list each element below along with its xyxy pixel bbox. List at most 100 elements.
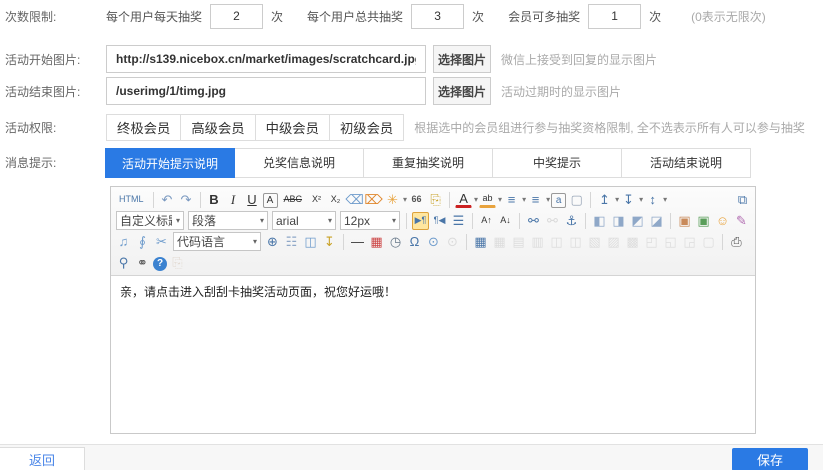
- line-height-icon[interactable]: ↕: [644, 191, 661, 209]
- code-language-select[interactable]: 代码语言▾: [173, 232, 261, 251]
- image-manager-icon[interactable]: ▣: [695, 212, 712, 230]
- anchor-icon[interactable]: ⚓: [563, 212, 580, 230]
- custom-title-select[interactable]: 自定义标题▾: [116, 211, 184, 230]
- unordered-list-icon[interactable]: ≡: [527, 191, 544, 209]
- chevron-down-icon[interactable]: ▾: [328, 216, 332, 225]
- rtl-paragraph-icon[interactable]: ¶◀: [431, 212, 448, 230]
- blockquote-icon[interactable]: 66: [408, 191, 425, 209]
- member-group-button-3[interactable]: 初级会员: [329, 114, 404, 141]
- italic-icon[interactable]: I: [225, 191, 242, 209]
- bold-icon[interactable]: B: [206, 191, 223, 209]
- special-characters-icon[interactable]: Ω: [406, 233, 423, 251]
- chevron-down-icon[interactable]: ▾: [253, 237, 257, 246]
- increase-font-size-icon[interactable]: A↑: [478, 212, 495, 230]
- member-group-button-2[interactable]: 中级会员: [255, 114, 330, 141]
- background-color-icon[interactable]: ab: [479, 192, 496, 208]
- eraser-icon[interactable]: ⌫: [346, 191, 363, 209]
- background-color-group: ab▾: [478, 192, 502, 208]
- undo-icon[interactable]: ↶: [159, 191, 176, 209]
- image-center-icon[interactable]: ◩: [629, 212, 646, 230]
- message-tab-3[interactable]: 中奖提示: [492, 148, 622, 178]
- help-icon[interactable]: ?: [153, 257, 167, 271]
- chevron-down-icon[interactable]: ▾: [546, 195, 550, 204]
- anchor-a-icon[interactable]: a: [551, 193, 566, 208]
- message-tab-1[interactable]: 兑奖信息说明: [234, 148, 364, 178]
- format-brush-icon[interactable]: ⌦: [365, 191, 382, 209]
- member-group-button-0[interactable]: 终极会员: [106, 114, 181, 141]
- save-button[interactable]: 保存: [732, 448, 808, 470]
- music-icon[interactable]: ♫: [115, 233, 132, 251]
- back-button[interactable]: 返回: [0, 447, 85, 470]
- end-image-hint: 活动过期时的显示图片: [501, 83, 621, 100]
- horizontal-rule-icon[interactable]: —: [349, 233, 366, 251]
- editor-content[interactable]: 亲，请点击进入刮刮卡抽奖活动页面，祝您好运哦！: [111, 276, 755, 432]
- limits-label: 次数限制:: [0, 8, 106, 25]
- total-draw-input[interactable]: [411, 4, 464, 29]
- find-replace-icon[interactable]: ⚭: [134, 254, 151, 272]
- toolbar-separator: [519, 213, 520, 229]
- screenshot-icon[interactable]: ✂: [153, 233, 170, 251]
- paragraph-spacing-top-icon[interactable]: ↥: [596, 191, 613, 209]
- link-icon[interactable]: ⚯: [525, 212, 542, 230]
- preview-icon[interactable]: ⚲: [115, 254, 132, 272]
- indent-icon[interactable]: ☰: [450, 212, 467, 230]
- emotion-icon[interactable]: ☺: [714, 212, 731, 230]
- image-float-left-icon[interactable]: ◧: [591, 212, 608, 230]
- chevron-down-icon[interactable]: ▾: [663, 195, 667, 204]
- scrawl-icon[interactable]: ✎: [733, 212, 750, 230]
- font-size-select[interactable]: 12px▾: [340, 211, 400, 230]
- start-image-pick-button[interactable]: 选择图片: [433, 45, 491, 73]
- paragraph-select[interactable]: 段落▾: [188, 211, 268, 230]
- baidu-map-icon[interactable]: ⊙: [425, 233, 442, 251]
- toolbar-separator: [670, 213, 671, 229]
- paragraph-spacing-bottom-icon[interactable]: ↧: [620, 191, 637, 209]
- fullscreen-icon[interactable]: ⧉: [734, 191, 751, 209]
- decrease-font-size-icon[interactable]: A↓: [497, 212, 514, 230]
- paste-plain-text-icon[interactable]: ⎘: [427, 191, 444, 209]
- strikethrough-icon[interactable]: ABC: [280, 191, 307, 209]
- message-tab-strip: 活动开始提示说明兑奖信息说明重复抽奖说明中奖提示活动结束说明: [106, 148, 752, 178]
- blank-doc-icon[interactable]: ▢: [568, 191, 585, 209]
- toolbar-separator: [343, 234, 344, 250]
- chevron-down-icon[interactable]: ▾: [260, 216, 264, 225]
- unlimited-note: (0表示无限次): [691, 8, 766, 25]
- end-image-pick-button[interactable]: 选择图片: [433, 77, 491, 105]
- member-extra-input[interactable]: [588, 4, 641, 29]
- paste-icon: ⎘: [169, 254, 186, 272]
- source-code-icon[interactable]: HTML: [115, 191, 148, 209]
- superscript-icon[interactable]: X²: [308, 191, 325, 209]
- message-tab-2[interactable]: 重复抽奖说明: [363, 148, 493, 178]
- member-group-button-1[interactable]: 高级会员: [180, 114, 255, 141]
- insert-table-icon[interactable]: ▦: [472, 233, 489, 251]
- insert-image-icon[interactable]: ▣: [676, 212, 693, 230]
- font-family-select[interactable]: arial▾: [272, 211, 336, 230]
- subscript-icon[interactable]: X₂: [327, 191, 344, 209]
- auto-typeset-group: ✳▾: [383, 191, 407, 209]
- chevron-down-icon[interactable]: ▾: [392, 216, 396, 225]
- message-tab-4[interactable]: 活动结束说明: [621, 148, 751, 178]
- print-icon[interactable]: ⎙: [728, 233, 745, 251]
- page-break-icon[interactable]: ☷: [283, 233, 300, 251]
- font-color-icon[interactable]: A: [455, 192, 472, 208]
- auto-typeset-icon[interactable]: ✳: [384, 191, 401, 209]
- image-float-right-icon[interactable]: ◪: [648, 212, 665, 230]
- chevron-down-icon[interactable]: ▾: [176, 216, 180, 225]
- image-inline-icon[interactable]: ◨: [610, 212, 627, 230]
- time-icon[interactable]: ◷: [387, 233, 404, 251]
- image-transfer-icon[interactable]: ↧: [321, 233, 338, 251]
- message-tab-0[interactable]: 活动开始提示说明: [105, 148, 235, 178]
- date-icon[interactable]: ▦: [368, 233, 385, 251]
- chevron-down-icon[interactable]: ▾: [403, 195, 407, 204]
- start-image-input[interactable]: [106, 45, 426, 73]
- ordered-list-icon[interactable]: ≡: [503, 191, 520, 209]
- redo-icon[interactable]: ↷: [178, 191, 195, 209]
- underline-icon[interactable]: U: [244, 191, 261, 209]
- daily-draw-input[interactable]: [210, 4, 263, 29]
- insert-code-icon[interactable]: ⊕: [264, 233, 281, 251]
- end-image-input[interactable]: [106, 77, 426, 105]
- ltr-paragraph-icon[interactable]: ▶¶: [412, 212, 429, 230]
- template-icon[interactable]: ◫: [302, 233, 319, 251]
- message-tabs-label: 消息提示:: [0, 148, 106, 178]
- font-border-icon[interactable]: A: [263, 193, 278, 208]
- attachment-icon[interactable]: ∮: [134, 233, 151, 251]
